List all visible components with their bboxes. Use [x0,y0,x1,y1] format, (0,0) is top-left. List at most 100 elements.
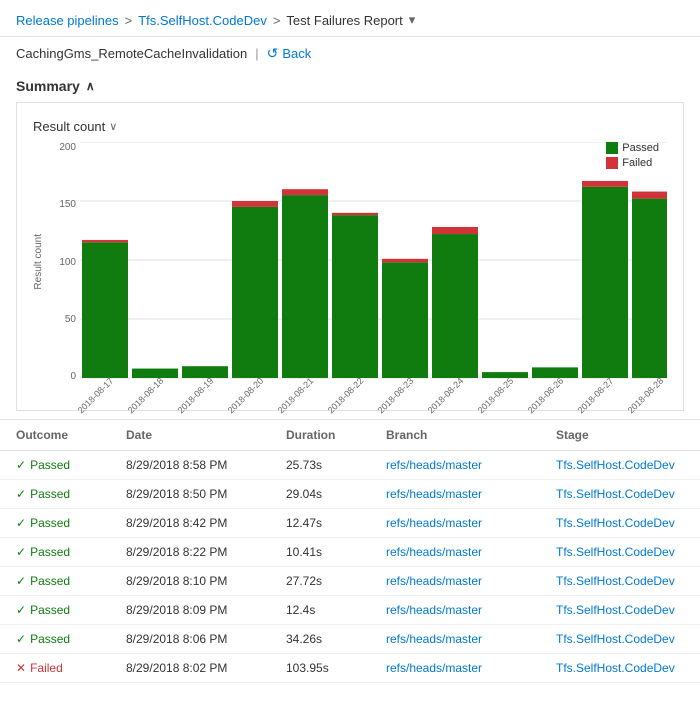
outcome-cell: ✕ Failed [16,661,126,675]
check-icon: ✓ [16,458,26,472]
branch-cell[interactable]: refs/heads/master [386,661,556,675]
duration-cell: 34.26s [286,632,386,646]
branch-cell[interactable]: refs/heads/master [386,545,556,559]
branch-cell[interactable]: refs/heads/master [386,574,556,588]
stage-cell[interactable]: Tfs.SelfHost.CodeDev [556,458,684,472]
breadcrumb-part2[interactable]: Tfs.SelfHost.CodeDev [138,13,267,28]
date-cell: 8/29/2018 8:42 PM [126,516,286,530]
date-cell: 8/29/2018 8:09 PM [126,603,286,617]
duration-cell: 103.95s [286,661,386,675]
x-labels: 2018-08-172018-08-182018-08-192018-08-20… [33,386,667,402]
table-row[interactable]: ✓ Passed 8/29/2018 8:06 PM 34.26s refs/h… [0,625,700,654]
breadcrumb-part1[interactable]: Release pipelines [16,13,119,28]
breadcrumb-part3: Test Failures Report [286,13,402,28]
branch-cell[interactable]: refs/heads/master [386,516,556,530]
pipeline-name: CachingGms_RemoteCacheInvalidation [16,46,247,61]
y-label-100: 100 [59,257,76,268]
x-icon: ✕ [16,661,26,675]
legend-failed: Failed [606,157,659,169]
check-icon: ✓ [16,516,26,530]
y-label-0: 0 [70,371,76,382]
table-row[interactable]: ✓ Passed 8/29/2018 8:22 PM 10.41s refs/h… [0,538,700,567]
date-cell: 8/29/2018 8:22 PM [126,545,286,559]
chart-title: Result count [33,119,105,134]
outcome-cell: ✓ Passed [16,516,126,530]
duration-cell: 27.72s [286,574,386,588]
outcome-label: Passed [30,487,70,501]
back-icon: ↺ [267,45,279,62]
toolbar-separator: | [255,46,258,61]
outcome-label: Passed [30,516,70,530]
date-cell: 8/29/2018 8:02 PM [126,661,286,675]
breadcrumb: Release pipelines > Tfs.SelfHost.CodeDev… [16,12,684,28]
stage-cell[interactable]: Tfs.SelfHost.CodeDev [556,574,684,588]
col-duration: Duration [286,428,386,442]
legend-passed-box [606,142,618,154]
check-icon: ✓ [16,632,26,646]
outcome-label: Failed [30,661,63,675]
table-row[interactable]: ✓ Passed 8/29/2018 8:50 PM 29.04s refs/h… [0,480,700,509]
duration-cell: 10.41s [286,545,386,559]
table-row[interactable]: ✓ Passed 8/29/2018 8:58 PM 25.73s refs/h… [0,451,700,480]
y-label-150: 150 [59,199,76,210]
breadcrumb-dropdown-icon[interactable]: ▾ [409,12,416,28]
outcome-cell: ✓ Passed [16,574,126,588]
duration-cell: 12.4s [286,603,386,617]
date-cell: 8/29/2018 8:50 PM [126,487,286,501]
table-row[interactable]: ✓ Passed 8/29/2018 8:09 PM 12.4s refs/he… [0,596,700,625]
branch-cell[interactable]: refs/heads/master [386,603,556,617]
outcome-label: Passed [30,603,70,617]
check-icon: ✓ [16,603,26,617]
check-icon: ✓ [16,487,26,501]
summary-title: Summary [16,78,80,94]
stage-cell[interactable]: Tfs.SelfHost.CodeDev [556,603,684,617]
outcome-label: Passed [30,458,70,472]
summary-header[interactable]: Summary ∧ [16,78,684,102]
toolbar: CachingGms_RemoteCacheInvalidation | ↺ B… [0,37,700,70]
check-icon: ✓ [16,574,26,588]
table-row[interactable]: ✓ Passed 8/29/2018 8:10 PM 27.72s refs/h… [0,567,700,596]
duration-cell: 25.73s [286,458,386,472]
summary-section: Summary ∧ [0,70,700,102]
outcome-cell: ✓ Passed [16,632,126,646]
outcome-label: Passed [30,545,70,559]
stage-cell[interactable]: Tfs.SelfHost.CodeDev [556,516,684,530]
date-cell: 8/29/2018 8:10 PM [126,574,286,588]
check-icon: ✓ [16,545,26,559]
duration-cell: 12.47s [286,516,386,530]
outcome-cell: ✓ Passed [16,603,126,617]
table-header: Outcome Date Duration Branch Stage [0,420,700,451]
result-count-label[interactable]: Result count ∨ [33,119,667,134]
outcome-cell: ✓ Passed [16,487,126,501]
col-branch: Branch [386,428,556,442]
back-button[interactable]: ↺ Back [267,45,312,62]
stage-cell[interactable]: Tfs.SelfHost.CodeDev [556,632,684,646]
legend-failed-box [606,157,618,169]
y-axis-title: Result count [33,234,44,290]
header: Release pipelines > Tfs.SelfHost.CodeDev… [0,0,700,37]
chart-legend: Passed Failed [606,142,659,169]
legend-passed-label: Passed [622,142,659,154]
table-row[interactable]: ✕ Failed 8/29/2018 8:02 PM 103.95s refs/… [0,654,700,683]
col-stage: Stage [556,428,684,442]
date-cell: 8/29/2018 8:06 PM [126,632,286,646]
date-cell: 8/29/2018 8:58 PM [126,458,286,472]
table-body: ✓ Passed 8/29/2018 8:58 PM 25.73s refs/h… [0,451,700,683]
table-section: Outcome Date Duration Branch Stage ✓ Pas… [0,419,700,683]
col-outcome: Outcome [16,428,126,442]
outcome-label: Passed [30,574,70,588]
breadcrumb-sep1: > [125,13,133,28]
back-label: Back [282,46,311,61]
branch-cell[interactable]: refs/heads/master [386,632,556,646]
col-date: Date [126,428,286,442]
stage-cell[interactable]: Tfs.SelfHost.CodeDev [556,661,684,675]
table-row[interactable]: ✓ Passed 8/29/2018 8:42 PM 12.47s refs/h… [0,509,700,538]
legend-failed-label: Failed [622,157,652,169]
stage-cell[interactable]: Tfs.SelfHost.CodeDev [556,545,684,559]
chart-title-dropdown[interactable]: ∨ [109,120,117,133]
stage-cell[interactable]: Tfs.SelfHost.CodeDev [556,487,684,501]
branch-cell[interactable]: refs/heads/master [386,458,556,472]
outcome-cell: ✓ Passed [16,458,126,472]
branch-cell[interactable]: refs/heads/master [386,487,556,501]
chart-container: Result count ∨ Result count 200 150 100 … [16,102,684,411]
